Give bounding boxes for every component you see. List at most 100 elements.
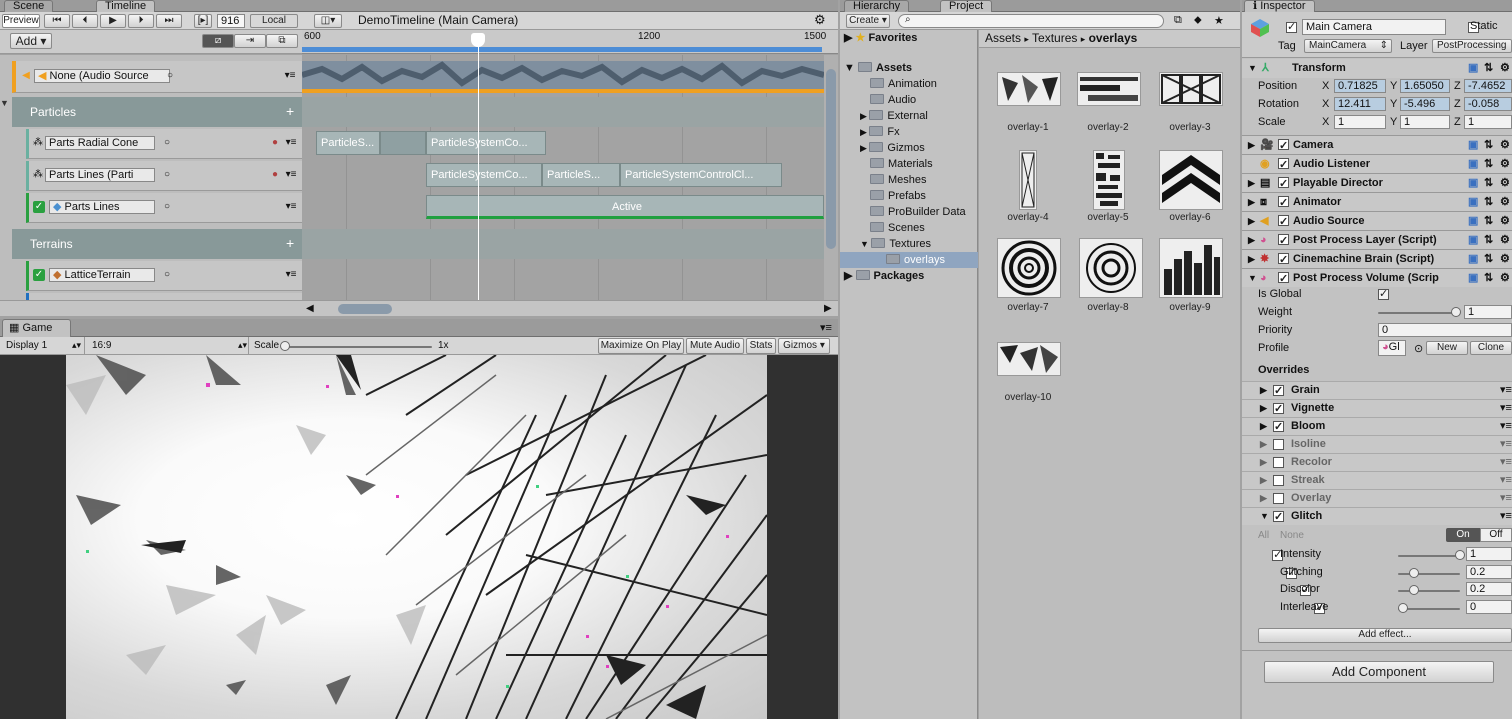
param-slider-knob[interactable] — [1409, 585, 1420, 595]
add-button[interactable]: Add ▾ — [10, 33, 52, 49]
preset-icon[interactable]: ⇅ — [1484, 269, 1493, 287]
weight-slider-knob[interactable] — [1451, 307, 1461, 317]
layer-dropdown[interactable]: PostProcessing — [1432, 39, 1512, 53]
audio-track[interactable]: ◀ ◀ None (Audio Source ○ ▾≡ — [12, 61, 302, 93]
audio-source-field[interactable]: ◀ None (Audio Source — [34, 69, 170, 83]
thumb-overlay-10[interactable] — [997, 342, 1061, 376]
group-collapse-arrow[interactable]: ▼ — [0, 97, 12, 267]
off-button[interactable]: Off — [1480, 528, 1512, 542]
radial-field[interactable]: Parts Radial Cone — [45, 136, 155, 150]
clip-edit-mode-icon[interactable]: ⧄ — [202, 34, 234, 48]
preset-icon[interactable]: ⇅ — [1484, 212, 1493, 230]
preset-icon[interactable]: ⇅ — [1484, 231, 1493, 249]
clip-lines-1[interactable]: ParticleSystemCo... — [426, 163, 542, 187]
help-book-icon[interactable]: ▣ — [1468, 59, 1478, 77]
help-book-icon[interactable]: ▣ — [1468, 155, 1478, 173]
effect-enabled-checkbox[interactable] — [1273, 493, 1284, 504]
tree-packages[interactable]: ▶ Packages — [844, 268, 924, 284]
clip-blend[interactable] — [380, 131, 426, 155]
effect-row-vignette[interactable]: ▶ Vignette ▾≡ — [1242, 399, 1512, 418]
group-particles[interactable]: Particles + — [12, 97, 302, 127]
frame-field[interactable]: 916 — [217, 14, 245, 28]
track-menu-icon[interactable]: ▾≡ — [285, 137, 297, 149]
activation-checkbox-icon[interactable]: ✓ — [33, 201, 45, 213]
tab-hierarchy[interactable]: Hierarchy — [844, 0, 910, 12]
tree-folder[interactable]: ▶ External — [860, 108, 928, 124]
track-menu-icon[interactable]: ▾≡ — [285, 269, 297, 281]
track-menu-icon[interactable]: ▾≡ — [285, 169, 297, 181]
tree-folder[interactable]: ▶ Gizmos — [860, 140, 925, 156]
param-slider-track[interactable] — [1398, 590, 1460, 592]
component-enabled-checkbox[interactable] — [1278, 213, 1289, 231]
effect-enabled-checkbox[interactable] — [1273, 383, 1284, 400]
active-checkbox[interactable] — [1286, 20, 1297, 33]
thumb-overlay-1[interactable] — [997, 72, 1061, 106]
on-button[interactable]: On — [1446, 528, 1480, 542]
effect-menu-icon[interactable]: ▾≡ — [1500, 436, 1512, 453]
component-gear-icon[interactable]: ⚙ — [1500, 155, 1510, 173]
clip-active[interactable]: Active — [426, 195, 824, 219]
effect-enabled-checkbox[interactable] — [1273, 475, 1284, 486]
profile-picker-icon[interactable]: ⊙ — [1414, 342, 1423, 355]
effect-menu-icon[interactable]: ▾≡ — [1500, 490, 1512, 507]
thumb-overlay-8[interactable] — [1079, 238, 1143, 298]
expand-arrow-icon[interactable]: ▶ — [844, 32, 856, 44]
scale-slider-track[interactable] — [284, 346, 432, 348]
thumb-overlay-7[interactable] — [997, 238, 1061, 298]
effect-row-glitch[interactable]: ▼ Glitch ▾≡ — [1242, 507, 1512, 526]
tree-folder[interactable]: ▶ Fx — [860, 124, 900, 140]
component-gear-icon[interactable]: ⚙ — [1500, 212, 1510, 230]
effect-enabled-checkbox[interactable] — [1273, 439, 1284, 450]
display-dropdown-arrow-icon[interactable]: ▴▾ — [72, 340, 81, 351]
effect-menu-icon[interactable]: ▾≡ — [1500, 418, 1512, 435]
clip-lines-3[interactable]: ParticleSystemControlCl... — [620, 163, 782, 187]
transform-header[interactable]: ▼ ⅄ Transform ▣ ⇅ ⚙ — [1242, 59, 1512, 78]
track-menu-icon[interactable]: ▾≡ — [284, 70, 296, 82]
thumb-overlay-2[interactable] — [1077, 72, 1141, 106]
help-book-icon[interactable]: ▣ — [1468, 212, 1478, 230]
preview-button[interactable]: Preview — [2, 14, 40, 28]
play-range-button[interactable]: [▸] — [194, 14, 212, 28]
expand-arrow-icon[interactable]: ▶ — [844, 270, 856, 282]
component-gear-icon[interactable]: ⚙ — [1500, 269, 1510, 287]
tab-project[interactable]: Project — [940, 0, 993, 12]
param-slider-knob[interactable] — [1409, 568, 1420, 578]
terrain-field[interactable]: ◆ LatticeTerrain — [49, 268, 155, 282]
component-gear-icon[interactable]: ⚙ — [1500, 59, 1510, 77]
prev-frame-button[interactable]: ⏴ — [72, 14, 98, 28]
aspect-dropdown-arrow-icon[interactable]: ▴▾ — [238, 340, 247, 351]
object-name-field[interactable]: Main Camera — [1302, 19, 1446, 35]
mute-audio-button[interactable]: Mute Audio — [686, 338, 744, 354]
component-enabled-checkbox[interactable] — [1278, 137, 1289, 155]
timeline-settings-icon[interactable]: ⚙ — [814, 12, 826, 28]
radial-track[interactable]: ⁂ Parts Radial Cone ○ ● ▾≡ — [26, 129, 302, 159]
filter-type-icon[interactable]: ⧉ — [1174, 14, 1182, 27]
effect-menu-icon[interactable]: ▾≡ — [1500, 400, 1512, 417]
stats-button[interactable]: Stats — [746, 338, 776, 354]
effect-row-recolor[interactable]: ▶ Recolor ▾≡ — [1242, 453, 1512, 471]
scale-x-field[interactable]: 1 — [1334, 115, 1386, 129]
group-terrains[interactable]: Terrains + — [12, 229, 302, 259]
effect-menu-icon[interactable]: ▾≡ — [1500, 454, 1512, 471]
priority-field[interactable]: 0 — [1378, 323, 1512, 337]
group-add-icon[interactable]: + — [286, 235, 294, 251]
component-post-process-layer[interactable]: ▶ ◕ Post Process Layer (Script) ▣ ⇅ ⚙ — [1242, 230, 1512, 250]
help-book-icon[interactable]: ▣ — [1468, 136, 1478, 154]
group-add-icon[interactable]: + — [286, 103, 294, 119]
thumb-overlay-6[interactable] — [1159, 150, 1223, 210]
effect-enabled-checkbox[interactable] — [1273, 457, 1284, 468]
lines-field[interactable]: Parts Lines (Parti — [45, 168, 155, 182]
lines-active-field[interactable]: ◆ Parts Lines — [49, 200, 155, 214]
component-cinemachine-brain[interactable]: ▶ ✸ Cinemachine Brain (Script) ▣ ⇅ ⚙ — [1242, 249, 1512, 269]
clip-radial-1[interactable]: ParticleS... — [316, 131, 380, 155]
help-book-icon[interactable]: ▣ — [1468, 250, 1478, 268]
expand-arrow-icon[interactable]: ▶ — [860, 111, 869, 121]
expand-arrow-icon[interactable]: ▶ — [860, 143, 869, 153]
game-menu-icon[interactable]: ▾≡ — [820, 321, 832, 334]
replace-mode-icon[interactable]: ⧉ — [266, 34, 298, 48]
effect-row-overlay[interactable]: ▶ Overlay ▾≡ — [1242, 489, 1512, 507]
param-slider-track[interactable] — [1398, 555, 1460, 557]
preset-icon[interactable]: ⇅ — [1484, 155, 1493, 173]
weight-field[interactable]: 1 — [1464, 305, 1512, 319]
target-circle-icon[interactable]: ○ — [161, 137, 173, 149]
